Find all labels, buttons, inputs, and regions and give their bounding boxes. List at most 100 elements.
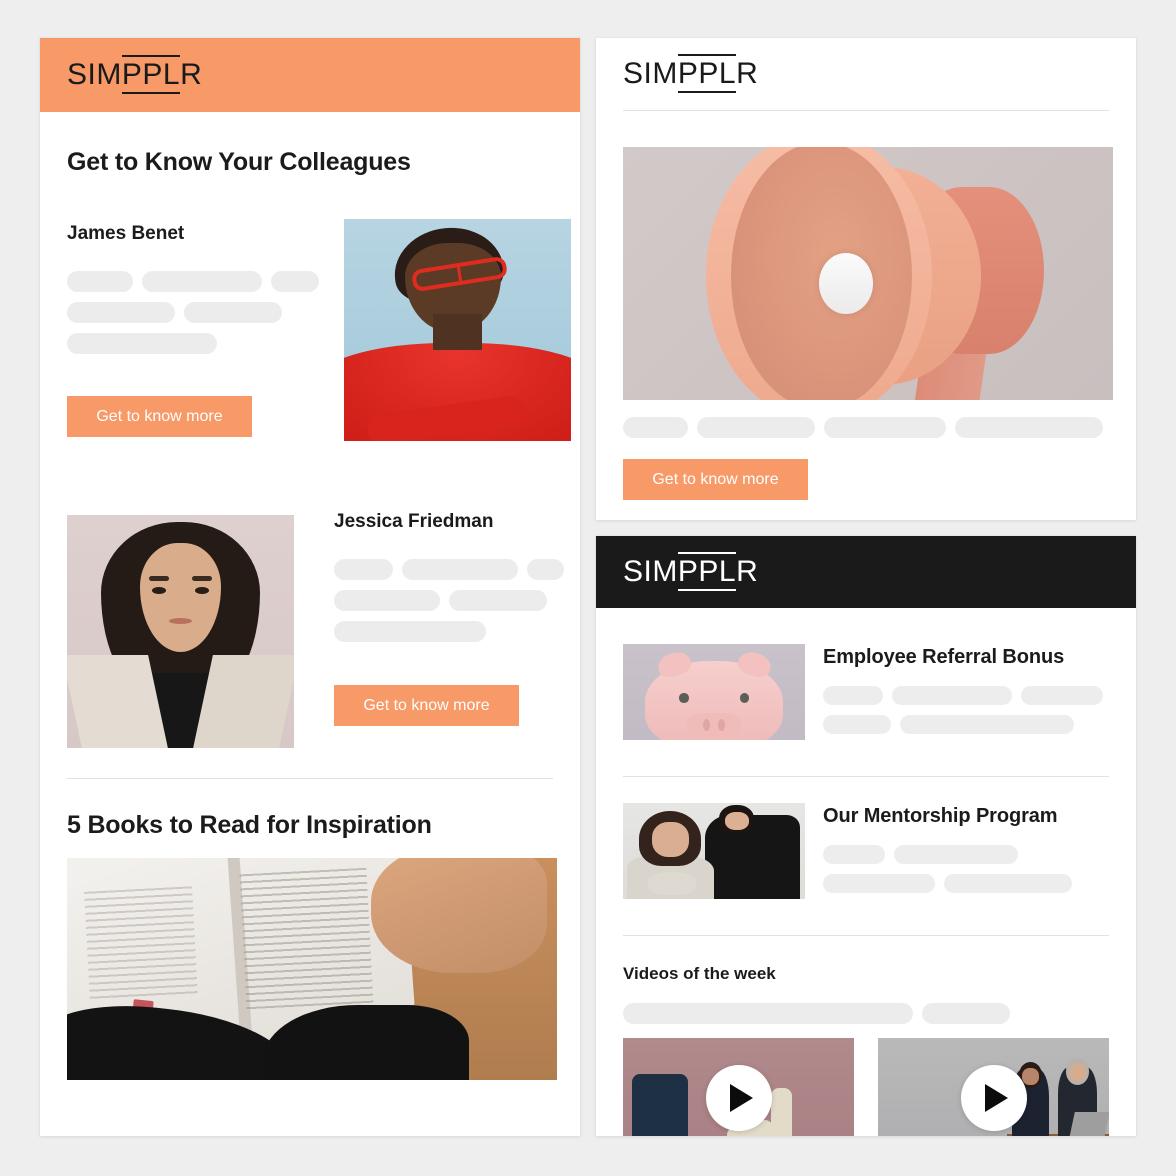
get-to-know-more-button-jessica[interactable]: Get to know more — [334, 685, 519, 726]
videos-divider — [623, 935, 1109, 936]
simpplr-logo: SIMPPLR — [67, 55, 202, 94]
skeleton-bar — [334, 559, 393, 580]
skeleton-bar — [823, 845, 885, 864]
simpplr-logo: SIMPPLR — [623, 54, 759, 93]
update-title-mentorship: Our Mentorship Program — [823, 805, 1058, 827]
photo-shape-man-body — [704, 814, 800, 899]
skeleton-bar — [449, 590, 547, 611]
skeleton-row-announcement — [623, 417, 1109, 438]
photo-shape-text-lines — [83, 886, 198, 1003]
skeleton-bar — [894, 845, 1018, 864]
photo-shape-brow — [191, 575, 213, 581]
skeleton-row-videos — [623, 1003, 1109, 1024]
photo-shape-woman-arm — [648, 872, 696, 896]
photo-shape-hand — [370, 858, 548, 974]
photo-shape-pig-eye — [679, 692, 689, 703]
photo-shape-text-lines — [239, 868, 375, 1013]
skeleton-bar — [401, 559, 518, 580]
photo-shape-man-face — [724, 811, 749, 830]
logo-text-suffix: R — [736, 57, 759, 90]
skeleton-bar — [922, 1003, 1010, 1024]
skeleton-bar — [892, 686, 1012, 705]
person-photo-jessica — [67, 515, 294, 748]
logo-text-suffix: R — [736, 555, 759, 588]
skeleton-row — [823, 874, 1109, 893]
photo-shape-woman-face — [652, 822, 689, 857]
photo-shape-pig-snout — [686, 713, 742, 739]
skeleton-bar — [623, 417, 688, 438]
logo-text-mark: PPL — [677, 54, 737, 93]
person-block-jessica: Jessica Friedman Get to know more — [40, 511, 580, 760]
skeleton-bar — [67, 302, 175, 323]
skeleton-bar — [824, 417, 946, 438]
play-icon[interactable] — [960, 1065, 1027, 1131]
photo-shape-laptop — [1069, 1112, 1109, 1136]
photo-shape-pig-eye — [739, 692, 749, 703]
newsletter-card-colleagues: SIMPPLR Get to Know Your Colleagues Jame… — [40, 38, 580, 1136]
skeleton-bar — [271, 271, 319, 292]
skeleton-bar — [823, 874, 935, 893]
newsletter-card-announcement: SIMPPLR Get to know more — [596, 38, 1136, 520]
section-title-colleagues: Get to Know Your Colleagues — [67, 148, 411, 176]
newsletter-card-updates: SIMPPLR Employee Referral Bonus Our Ment… — [596, 536, 1136, 1136]
update-thumbnail-mentorship — [623, 803, 805, 899]
skeleton-row — [334, 621, 564, 642]
play-icon[interactable] — [705, 1065, 772, 1131]
person-photo-james — [344, 219, 571, 441]
header-divider — [623, 110, 1109, 111]
simpplr-logo: SIMPPLR — [623, 552, 759, 591]
photo-shape-neck — [432, 314, 483, 350]
logo-text-mark: PPL — [121, 55, 181, 94]
skeleton-bar — [697, 417, 815, 438]
card-header-white: SIMPPLR — [596, 38, 1136, 110]
skeleton-bar — [334, 590, 440, 611]
section-divider — [67, 778, 553, 779]
update-item-referral[interactable]: Employee Referral Bonus — [596, 608, 1136, 744]
card-header-black: SIMPPLR — [596, 536, 1136, 608]
photo-shape-lip — [169, 617, 192, 624]
person-info-jessica: Jessica Friedman Get to know more — [334, 511, 565, 726]
photo-shape-block — [770, 1088, 792, 1136]
skeleton-row — [334, 590, 564, 611]
get-to-know-more-button-james[interactable]: Get to know more — [67, 396, 252, 437]
update-item-mentorship[interactable]: Our Mentorship Program — [596, 777, 1136, 903]
video-thumbnail-list — [623, 1038, 1109, 1136]
photo-shape-person-face — [1069, 1064, 1086, 1082]
logo-text-prefix: SIM — [623, 57, 678, 90]
videos-section-title: Videos of the week — [623, 964, 776, 983]
skeleton-bar — [526, 559, 565, 580]
skeleton-bar — [142, 271, 262, 292]
logo-text-mark: PPL — [677, 552, 737, 591]
skeleton-group-referral — [823, 686, 1109, 734]
update-title-referral: Employee Referral Bonus — [823, 646, 1065, 668]
video-thumbnail-2[interactable] — [878, 1038, 1109, 1136]
skeleton-row — [823, 686, 1109, 705]
update-text-referral: Employee Referral Bonus — [823, 644, 1109, 744]
photo-shape-screen — [632, 1074, 688, 1136]
update-text-mentorship: Our Mentorship Program — [823, 803, 1109, 903]
skeleton-bar — [823, 715, 891, 734]
skeleton-group-mentorship — [823, 845, 1109, 893]
skeleton-group-jessica — [334, 559, 565, 642]
skeleton-bar — [944, 874, 1072, 893]
play-triangle-icon — [985, 1084, 1008, 1112]
photo-shape-person-face — [1022, 1068, 1039, 1085]
page-root: SIMPPLR Get to Know Your Colleagues Jame… — [0, 0, 1176, 1176]
play-triangle-icon — [730, 1084, 753, 1112]
section-title-books: 5 Books to Read for Inspiration — [67, 811, 432, 839]
logo-text-prefix: SIM — [623, 555, 678, 588]
person-name-jessica: Jessica Friedman — [334, 511, 494, 532]
get-to-know-more-button-announcement[interactable]: Get to know more — [623, 459, 808, 500]
skeleton-bar — [67, 271, 133, 292]
photo-shape-megaphone-center — [819, 253, 873, 314]
logo-text-prefix: SIM — [67, 58, 122, 91]
skeleton-bar — [184, 302, 282, 323]
video-thumbnail-1[interactable] — [623, 1038, 854, 1136]
skeleton-bar — [623, 1003, 913, 1024]
hero-image-megaphone — [623, 147, 1113, 400]
photo-shape-pig-nostril — [717, 718, 725, 732]
skeleton-row — [334, 559, 565, 580]
skeleton-row — [823, 715, 1109, 734]
skeleton-bar — [334, 621, 486, 642]
skeleton-bar — [900, 715, 1074, 734]
